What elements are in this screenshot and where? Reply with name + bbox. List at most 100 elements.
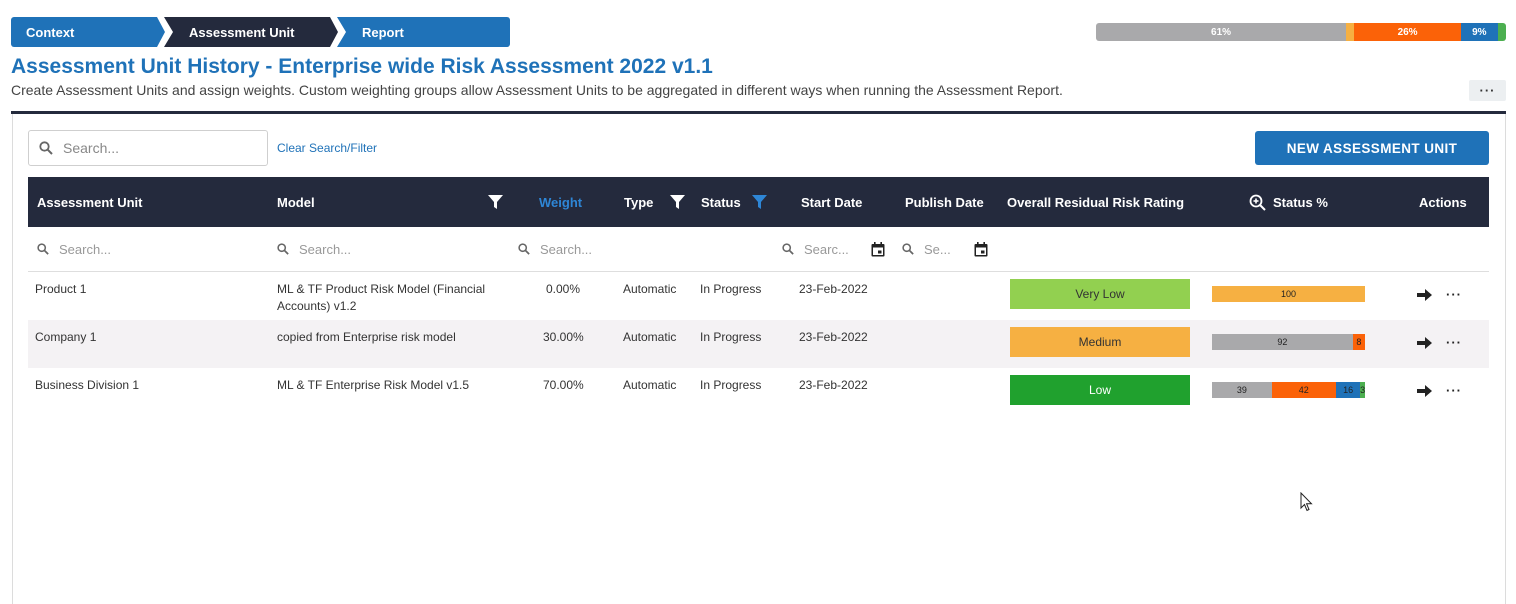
row-status: In Progress: [700, 330, 762, 344]
table-row[interactable]: Business Division 1 ML & TF Enterprise R…: [28, 368, 1489, 416]
header-weight-label: Weight: [539, 194, 583, 210]
global-search[interactable]: [28, 130, 268, 166]
row-status: In Progress: [700, 378, 762, 392]
search-icon: [902, 243, 914, 255]
step-assessment-unit[interactable]: Assessment Unit: [164, 17, 338, 47]
header-status-label: Status: [701, 194, 741, 210]
row-status-bar: 39 42 16 3: [1212, 382, 1365, 398]
row-status-bar: 100: [1212, 286, 1365, 302]
header-publish-date-label: Publish Date: [905, 194, 984, 210]
row-weight: 70.00%: [543, 378, 584, 392]
header-type-label: Type: [624, 194, 654, 210]
search-icon: [782, 243, 794, 255]
breadcrumb: Context Assessment Unit Report: [11, 17, 510, 47]
type-filter-icon[interactable]: [670, 177, 685, 227]
row-start-date: 23-Feb-2022: [799, 282, 868, 296]
table-row[interactable]: Company 1 copied from Enterprise risk mo…: [28, 320, 1489, 368]
zoom-in-icon[interactable]: [1249, 177, 1266, 227]
table-header: Assessment Unit Model Weight Type Status…: [28, 177, 1489, 227]
mouse-cursor-icon: [1300, 491, 1314, 512]
status-filter-icon[interactable]: [752, 177, 767, 227]
more-icon[interactable]: ···: [1446, 336, 1462, 350]
header-actions: Actions: [1419, 177, 1467, 227]
step-context-label: Context: [26, 24, 75, 40]
header-risk-rating-label: Overall Residual Risk Rating: [1007, 194, 1185, 210]
row-model: ML & TF Product Risk Model (Financial Ac…: [277, 281, 507, 315]
global-search-input[interactable]: [63, 140, 253, 156]
page-title: Assessment Unit History - Enterprise wid…: [11, 55, 713, 78]
overall-progress-segment: 9%: [1460, 23, 1498, 41]
row-model-line1: ML & TF Product Risk Model (Financial: [277, 282, 486, 296]
filter-unit[interactable]: Search...: [37, 239, 111, 259]
header-model[interactable]: Model: [277, 177, 315, 227]
filter-weight-placeholder: Search...: [540, 241, 593, 257]
new-assessment-unit-button[interactable]: NEW ASSESSMENT UNIT: [1255, 131, 1489, 165]
header-start-date[interactable]: Start Date: [801, 177, 862, 227]
filter-weight[interactable]: Search...: [518, 239, 592, 259]
row-type: Automatic: [623, 330, 677, 344]
header-weight[interactable]: Weight: [539, 177, 582, 227]
row-type: Automatic: [623, 282, 677, 296]
header-model-label: Model: [277, 194, 315, 210]
header-assessment-unit[interactable]: Assessment Unit: [37, 177, 142, 227]
filter-publish-date-placeholder: Se...: [924, 241, 951, 257]
search-icon: [39, 141, 53, 155]
header-status-percent[interactable]: Status %: [1273, 177, 1328, 227]
header-status-percent-label: Status %: [1273, 194, 1328, 210]
header-status[interactable]: Status: [701, 177, 741, 227]
row-unit[interactable]: Company 1: [35, 329, 96, 346]
row-model: ML & TF Enterprise Risk Model v1.5: [277, 377, 507, 394]
row-risk-rating: Medium: [1010, 327, 1190, 357]
row-risk-rating: Very Low: [1010, 279, 1190, 309]
page-subtitle: Create Assessment Units and assign weigh…: [11, 82, 1063, 98]
page-more-button[interactable]: ···: [1469, 80, 1506, 101]
table-row[interactable]: Product 1 ML & TF Product Risk Model (Fi…: [28, 272, 1489, 320]
more-icon[interactable]: ···: [1446, 288, 1462, 302]
row-unit[interactable]: Product 1: [35, 281, 86, 298]
row-model-line1: copied from Enterprise risk model: [277, 330, 456, 344]
arrow-right-icon[interactable]: [1417, 336, 1433, 352]
header-actions-label: Actions: [1419, 194, 1467, 210]
header-risk-rating[interactable]: Overall Residual Risk Rating: [1007, 177, 1184, 227]
header-publish-date[interactable]: Publish Date: [905, 177, 984, 227]
status-bar-segment: 8: [1352, 334, 1365, 350]
step-assessment-unit-label: Assessment Unit: [189, 24, 295, 40]
filter-unit-placeholder: Search...: [59, 241, 112, 257]
filter-start-date[interactable]: Searc...: [782, 239, 849, 259]
row-start-date: 23-Feb-2022: [799, 378, 868, 392]
header-type[interactable]: Type: [624, 177, 653, 227]
status-bar-segment: 3: [1360, 382, 1365, 398]
search-icon: [518, 243, 530, 255]
row-model-line1: ML & TF Enterprise Risk Model v1.5: [277, 378, 470, 392]
filter-model-placeholder: Search...: [299, 241, 352, 257]
row-weight: 0.00%: [546, 282, 581, 296]
header-assessment-unit-label: Assessment Unit: [37, 194, 143, 210]
status-bar-segment: 16: [1335, 382, 1361, 398]
row-status: In Progress: [700, 282, 762, 296]
filter-model[interactable]: Search...: [277, 239, 351, 259]
search-icon: [37, 243, 49, 255]
step-report-label: Report: [362, 24, 404, 40]
step-report[interactable]: Report: [337, 17, 510, 47]
arrow-right-icon[interactable]: [1417, 384, 1433, 400]
model-filter-icon[interactable]: [488, 177, 503, 227]
status-bar-segment: 92: [1212, 334, 1353, 350]
more-icon[interactable]: ···: [1446, 384, 1462, 398]
header-start-date-label: Start Date: [801, 194, 863, 210]
status-bar-segment: 39: [1212, 382, 1272, 398]
overall-progress-segment: 26%: [1354, 23, 1461, 41]
step-context[interactable]: Context: [11, 17, 165, 47]
start-date-calendar-icon[interactable]: [871, 239, 885, 259]
clear-search-filter-link[interactable]: Clear Search/Filter: [277, 141, 377, 155]
status-bar-segment: 42: [1271, 382, 1336, 398]
filter-publish-date[interactable]: Se...: [902, 239, 951, 259]
arrow-right-icon[interactable]: [1417, 288, 1433, 304]
publish-date-calendar-icon[interactable]: [974, 239, 988, 259]
row-unit[interactable]: Business Division 1: [35, 377, 139, 394]
overall-progress-segment: [1497, 23, 1506, 41]
row-model-line2: Accounts) v1.2: [277, 299, 357, 313]
search-icon: [277, 243, 289, 255]
row-model: copied from Enterprise risk model: [277, 329, 507, 346]
row-risk-rating: Low: [1010, 375, 1190, 405]
filter-start-date-placeholder: Searc...: [804, 241, 849, 257]
